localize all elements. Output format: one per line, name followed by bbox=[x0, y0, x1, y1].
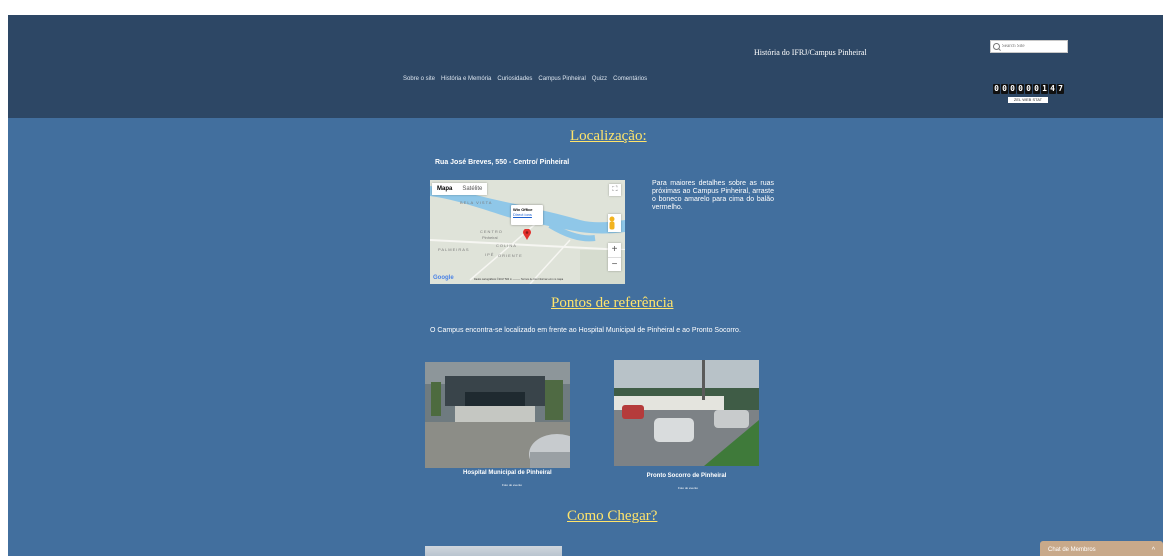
page-frame: Sobre o site História e Memória Curiosid… bbox=[8, 15, 1163, 556]
tab-map[interactable]: Mapa bbox=[432, 183, 457, 195]
nav-item-curiosidades[interactable]: Curiosidades bbox=[497, 76, 532, 82]
como-chegar-heading: Como Chegar? bbox=[567, 508, 658, 524]
map-label-bela-vista: BELA VISTA bbox=[460, 200, 493, 205]
search-icon bbox=[993, 43, 1000, 50]
address-text: Rua José Breves, 550 - Centro/ Pinheiral bbox=[435, 159, 570, 166]
counter-digit: 1 bbox=[1041, 84, 1048, 94]
counter-digit: 0 bbox=[1033, 84, 1040, 94]
map-info-popup: Wix Office Direct ions bbox=[511, 205, 543, 225]
visitor-counter: 000000147 bbox=[993, 84, 1064, 94]
nav-item-sobre[interactable]: Sobre o site bbox=[403, 76, 435, 82]
map-label-centro: CENTRO bbox=[480, 229, 503, 234]
pronto-socorro-photo[interactable] bbox=[614, 360, 759, 466]
pontos-heading: Pontos de referência bbox=[551, 295, 674, 311]
counter-label[interactable]: ZEL WEB STAT bbox=[1008, 97, 1048, 103]
pegman-icon[interactable] bbox=[608, 214, 621, 232]
nav-item-comentarios[interactable]: Comentários bbox=[613, 76, 647, 82]
google-logo: Google bbox=[433, 275, 454, 281]
counter-digit: 7 bbox=[1057, 84, 1064, 94]
como-chegar-image[interactable] bbox=[425, 546, 562, 556]
counter-digit: 0 bbox=[1025, 84, 1032, 94]
map-label-colina: COLINA bbox=[496, 243, 517, 248]
localizacao-heading: Localização: bbox=[570, 128, 647, 144]
chat-label: Chat de Membros bbox=[1048, 547, 1096, 553]
pontos-text: O Campus encontra-se localizado em frent… bbox=[430, 327, 741, 334]
counter-digit: 0 bbox=[993, 84, 1000, 94]
map-type-tabs: Mapa Satélite bbox=[432, 183, 488, 195]
counter-digit: 0 bbox=[1017, 84, 1024, 94]
main-nav: Sobre o site História e Memória Curiosid… bbox=[403, 76, 647, 82]
pronto-socorro-subcaption: Foto do evento bbox=[677, 486, 698, 490]
map-label-oriente: ORIENTE bbox=[498, 253, 523, 258]
nav-item-historia[interactable]: História e Memória bbox=[441, 76, 491, 82]
site-title: História do IFRJ/Campus Pinheiral bbox=[754, 48, 867, 57]
embedded-map[interactable]: Mapa Satélite ⛶ BELA VISTA CENTRO Pinhei… bbox=[430, 180, 625, 284]
pronto-socorro-caption: Pronto Socorro de Pinheiral bbox=[646, 473, 727, 479]
site-header: Sobre o site História e Memória Curiosid… bbox=[8, 15, 1163, 118]
hospital-subcaption: Foto do evento bbox=[501, 483, 522, 487]
hospital-photo[interactable] bbox=[425, 362, 570, 468]
nav-item-campus[interactable]: Campus Pinheiral bbox=[538, 76, 585, 82]
counter-digit: 4 bbox=[1049, 84, 1056, 94]
search-input[interactable] bbox=[1000, 44, 1062, 49]
zoom-in-button[interactable]: + bbox=[608, 243, 621, 257]
map-label-palmeiras: PALMEIRAS bbox=[438, 247, 470, 252]
zoom-controls: + − bbox=[608, 243, 621, 271]
zoom-out-button[interactable]: − bbox=[608, 257, 621, 272]
tab-satellite[interactable]: Satélite bbox=[457, 183, 487, 195]
search-box[interactable] bbox=[990, 40, 1068, 53]
counter-digit: 0 bbox=[1009, 84, 1016, 94]
chat-widget[interactable]: Chat de Membros ^ bbox=[1040, 541, 1163, 556]
directions-link[interactable]: Direct ions bbox=[513, 212, 532, 217]
map-label-pinheiral: Pinheiral bbox=[482, 235, 498, 240]
chevron-up-icon: ^ bbox=[1151, 547, 1155, 554]
map-label-ipe: IPÊ bbox=[485, 252, 495, 257]
map-footer[interactable]: Dados cartográficos ©2017 500 m ——— Term… bbox=[474, 278, 563, 281]
map-info-text: Para maiores detalhes sobre as ruas próx… bbox=[652, 180, 774, 211]
nav-item-quizz[interactable]: Quizz bbox=[592, 76, 607, 82]
hospital-caption: Hospital Municipal de Pinheiral bbox=[463, 470, 552, 476]
fullscreen-icon[interactable]: ⛶ bbox=[609, 184, 621, 196]
counter-digit: 0 bbox=[1001, 84, 1008, 94]
map-pin-icon[interactable] bbox=[523, 229, 531, 240]
